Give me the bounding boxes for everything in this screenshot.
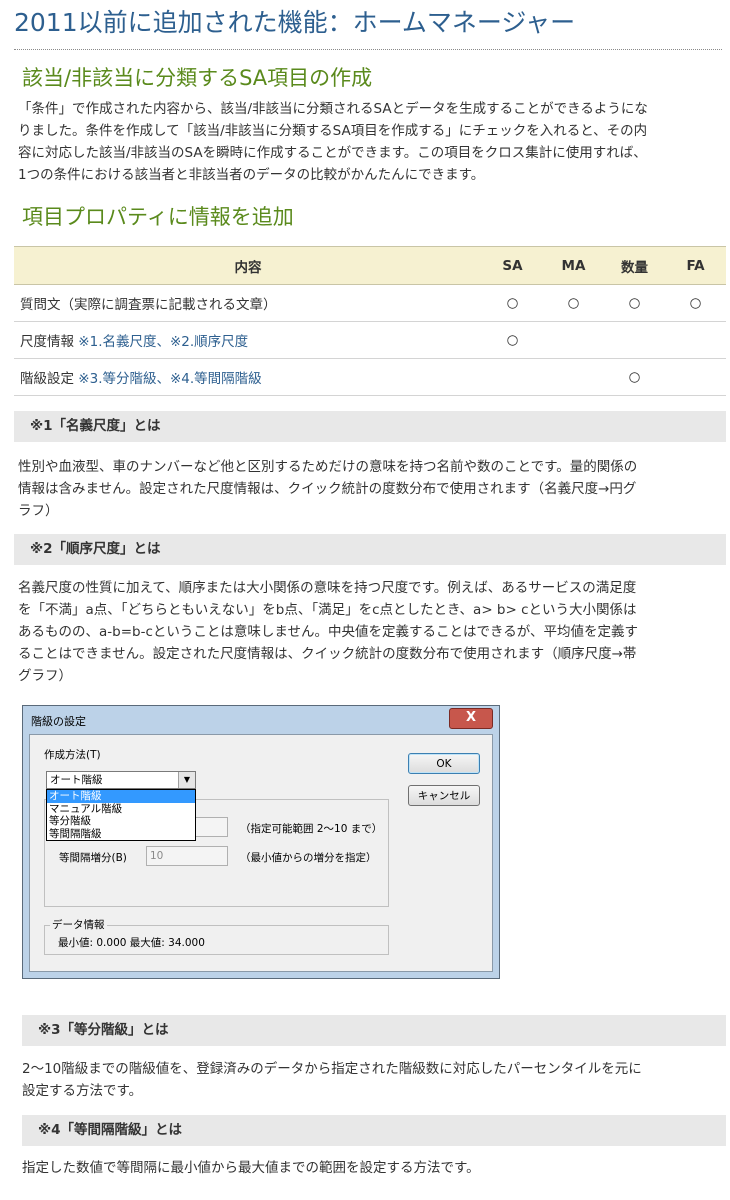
paragraph-line: ることはできません。設定された尺度情報は、クイック統計の度数分布で使用されます（…: [18, 646, 637, 662]
dropdown-option-equal-division[interactable]: 等分階級: [47, 815, 195, 828]
dropdown-option-auto[interactable]: オート階級: [47, 790, 195, 803]
row-label: 質問文（実際に調査票に記載される文章）: [14, 284, 482, 322]
cell-quantity: [604, 321, 665, 359]
class-settings-dialog: 階級の設定 X 作成方法(T) オート階級 ▼ オート階級 マニュアル階級 等分…: [22, 705, 500, 979]
column-header-quantity: 数量: [604, 246, 665, 285]
page-title: 2011以前に追加された機能：ホームマネージャー: [14, 8, 576, 37]
data-info-label: データ情報: [50, 917, 107, 932]
combo-value: オート階級: [50, 774, 103, 786]
paragraph-line: 名義尺度の性質に加えて、順序または大小関係の意味を持つ尺度です。例えば、あるサー…: [18, 580, 637, 596]
paragraph-line: 2～10階級までの階級値を、登録済みのデータから指定された階級数に対応したパーセ…: [22, 1061, 642, 1077]
property-table: 内容 SA MA 数量 FA 質問文（実際に調査票に記載される文章） ○ ○ ○…: [14, 246, 726, 396]
cell-sa: ○: [482, 284, 543, 322]
close-button[interactable]: X: [449, 708, 493, 729]
column-header-sa: SA: [482, 246, 543, 285]
cancel-button[interactable]: キャンセル: [408, 785, 480, 806]
paragraph-line: ラフ）: [18, 503, 59, 519]
cell-fa: [665, 321, 726, 359]
paragraph-line: 性別や血液型、車のナンバーなど他と区別するためだけの意味を持つ名前や数のことです…: [18, 459, 638, 475]
column-header-content: 内容: [14, 246, 482, 285]
ok-button[interactable]: OK: [408, 753, 480, 774]
paragraph-line: 設定する方法です。: [22, 1083, 143, 1099]
table-row: 尺度情報 ※1.名義尺度、※2.順序尺度 ○: [14, 321, 726, 359]
note-heading-equal-division: ※3「等分階級」とは: [22, 1015, 726, 1046]
row-label-text: 質問文（実際に調査票に記載される文章）: [20, 297, 277, 313]
cell-ma: [543, 321, 604, 359]
paragraph-line: 指定した数値で等間隔に最小値から最大値までの範囲を設定する方法です。: [22, 1160, 480, 1176]
paragraph-line: 容に対応した該当/非該当のSAを瞬時に作成することができます。この項目をクロス集…: [18, 145, 647, 161]
method-combobox[interactable]: オート階級 ▼: [46, 771, 196, 789]
note-equal-interval-body: 指定した数値で等間隔に最小値から最大値までの範囲を設定する方法です。: [22, 1157, 726, 1179]
section-sa-item-body: 「条件」で作成された内容から、該当/非該当に分類されるSAとデータを生成すること…: [18, 98, 726, 186]
increment-input[interactable]: 10: [146, 846, 228, 866]
chevron-down-icon[interactable]: ▼: [178, 772, 195, 788]
paragraph-line: グラフ）: [18, 668, 72, 684]
dropdown-option-equal-interval[interactable]: 等間隔階級: [47, 828, 195, 841]
table-row: 階級設定 ※3.等分階級、※4.等間隔階級 ○: [14, 358, 726, 396]
cell-fa: [665, 358, 726, 396]
paragraph-line: りました。条件を作成して「該当/非該当に分類するSA項目を作成する」にチェックを…: [18, 123, 648, 139]
increment-hint: （最小値からの増分を指定）: [240, 852, 377, 864]
note-heading-equal-interval: ※4「等間隔階級」とは: [22, 1115, 726, 1146]
note-ordinal-scale-body: 名義尺度の性質に加えて、順序または大小関係の意味を持つ尺度です。例えば、あるサー…: [18, 577, 726, 687]
range-hint: （指定可能範囲 2～10 まで）: [240, 823, 383, 835]
method-dropdown-list: オート階級 マニュアル階級 等分階級 等間隔階級: [46, 789, 196, 841]
row-note-class: ※3.等分階級、※4.等間隔階級: [78, 371, 262, 387]
table-row: 質問文（実際に調査票に記載される文章） ○ ○ ○ ○: [14, 284, 726, 322]
method-label: 作成方法(T): [44, 749, 101, 761]
column-header-ma: MA: [543, 246, 604, 285]
column-header-fa: FA: [665, 246, 726, 285]
row-note-scale: ※1.名義尺度、※2.順序尺度: [78, 334, 249, 350]
row-label-text: 階級設定: [20, 371, 79, 387]
increment-label: 等間隔増分(B): [59, 852, 127, 864]
paragraph-line: 1つの条件における該当者と非該当者のデータの比較がかんたんにできます。: [18, 167, 485, 183]
paragraph-line: 「条件」で作成された内容から、該当/非該当に分類されるSAとデータを生成すること…: [18, 101, 648, 117]
note-heading-nominal-scale: ※1「名義尺度」とは: [14, 411, 726, 442]
cell-ma: ○: [543, 284, 604, 322]
section-heading-sa-item: 該当/非該当に分類するSA項目の作成: [22, 66, 373, 90]
cell-sa: [482, 358, 543, 396]
cell-fa: ○: [665, 284, 726, 322]
title-divider: [14, 49, 722, 50]
cell-sa: ○: [482, 321, 543, 359]
note-equal-division-body: 2～10階級までの階級値を、登録済みのデータから指定された階級数に対応したパーセ…: [22, 1058, 726, 1102]
table-header-row: 内容 SA MA 数量 FA: [14, 246, 726, 285]
row-label: 尺度情報 ※1.名義尺度、※2.順序尺度: [14, 321, 482, 359]
row-label-text: 尺度情報: [20, 334, 79, 350]
dialog-title: 階級の設定: [31, 715, 86, 728]
dialog-titlebar[interactable]: 階級の設定 X: [23, 706, 499, 734]
cell-ma: [543, 358, 604, 396]
paragraph-line: 情報は含みません。設定された尺度情報は、クイック統計の度数分布で使用されます（名…: [18, 481, 637, 497]
cell-quantity: ○: [604, 284, 665, 322]
section-heading-item-property: 項目プロパティに情報を追加: [22, 205, 294, 229]
paragraph-line: を「不満」a点、「どちらともいえない」をb点、「満足」をc点としたとき、a> b…: [18, 602, 637, 618]
data-summary: 最小値: 0.000 最大値: 34.000: [58, 937, 205, 949]
cell-quantity: ○: [604, 358, 665, 396]
note-heading-ordinal-scale: ※2「順序尺度」とは: [14, 534, 726, 565]
row-label: 階級設定 ※3.等分階級、※4.等間隔階級: [14, 358, 482, 396]
dialog-body: 作成方法(T) オート階級 ▼ オート階級 マニュアル階級 等分階級 等間隔階級…: [29, 734, 493, 972]
note-nominal-scale-body: 性別や血液型、車のナンバーなど他と区別するためだけの意味を持つ名前や数のことです…: [18, 456, 726, 522]
dropdown-option-manual[interactable]: マニュアル階級: [47, 803, 195, 816]
paragraph-line: あるものの、a-b=b-cということは意味しません。中央値を定義することはできる…: [18, 624, 638, 640]
